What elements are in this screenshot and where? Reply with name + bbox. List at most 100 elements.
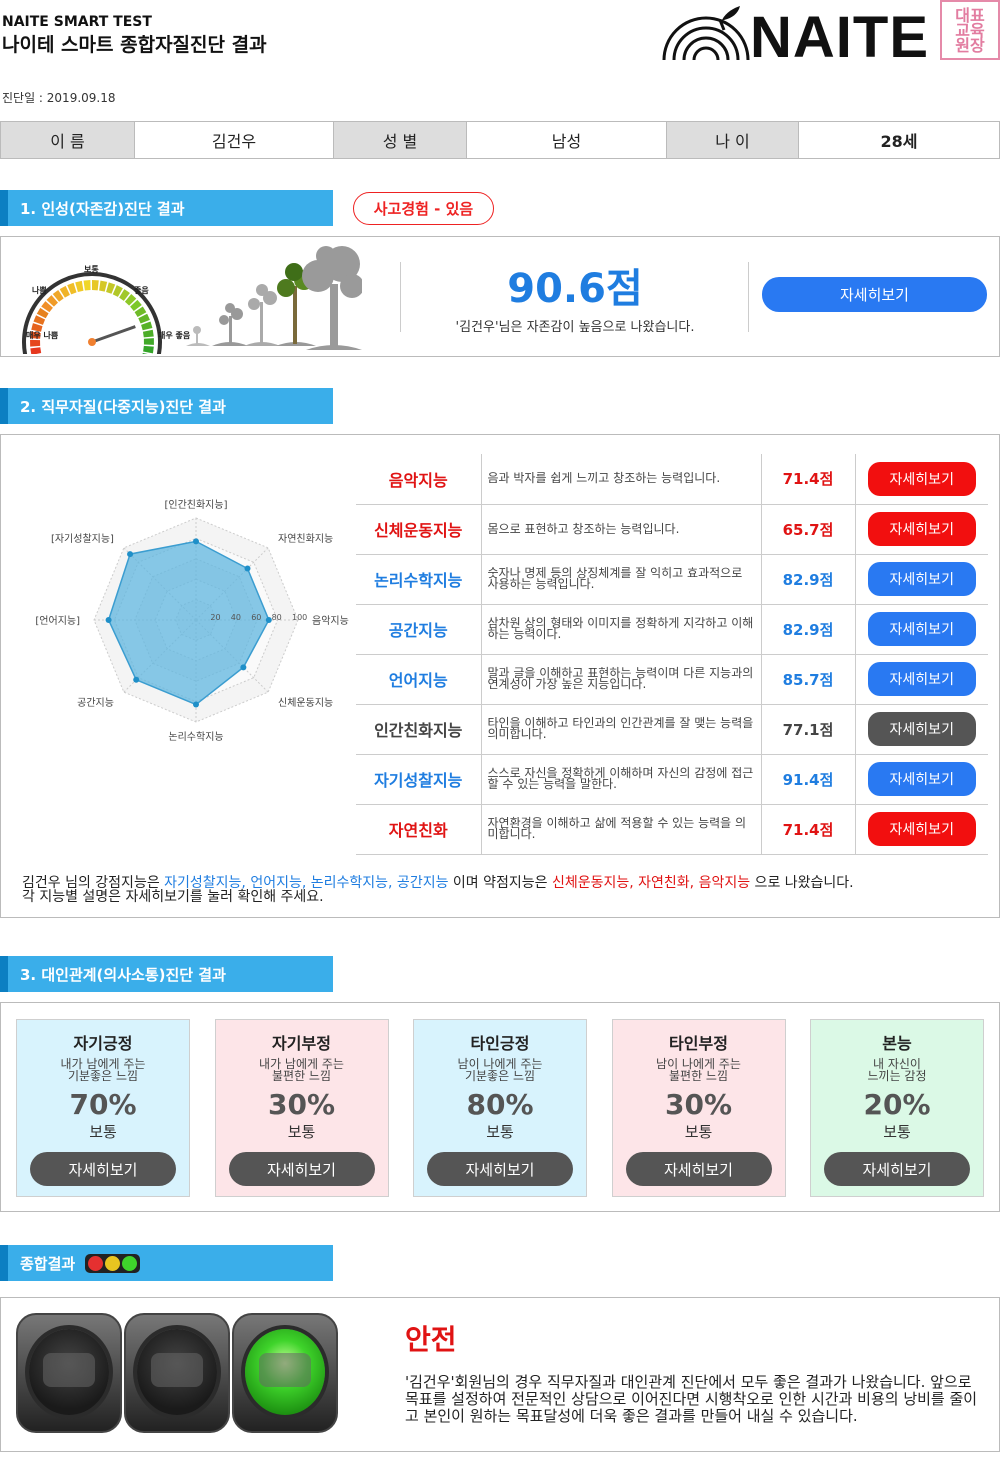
intelligence-detail-button[interactable]: 자세히보기 — [867, 812, 976, 846]
card-description-line: 불편한 느낌 — [271, 1069, 331, 1083]
intelligence-description: 음과 박자를 쉽게 느끼고 창조하는 능력입니다. — [481, 454, 762, 505]
intelligence-detail-button[interactable]: 자세히보기 — [867, 562, 976, 596]
card-level: 보통 — [486, 1123, 514, 1141]
gauge-label-good: 좋음 — [134, 285, 149, 295]
gender-label: 성 별 — [334, 122, 467, 158]
card-percent: 80% — [466, 1088, 534, 1121]
page-title: 나이테 스마트 종합자질진단 결과 — [2, 34, 267, 56]
detail-cell: 자세히보기 — [855, 554, 988, 605]
intelligence-score: 65.7점 — [761, 504, 856, 555]
detail-cell: 자세히보기 — [855, 504, 988, 555]
detail-cell: 자세히보기 — [855, 604, 988, 655]
card-description-line: 불편한 느낌 — [668, 1069, 728, 1083]
gauge-segment — [92, 280, 99, 291]
radar-axis-label: [자기성찰지능] — [51, 533, 114, 545]
card-title: 자기긍정 — [73, 1034, 133, 1053]
intelligence-score: 82.9점 — [761, 604, 856, 655]
radar-axis-label: 공간지능 — [77, 697, 114, 709]
card-description: 남이 나에게 주는 기분좋은 느낌 — [414, 1058, 586, 1084]
gauge-needle — [91, 325, 136, 344]
tree-growth-illustration — [186, 246, 362, 350]
intelligence-detail-button[interactable]: 자세히보기 — [867, 712, 976, 746]
intelligence-name: 자기성찰지능 — [356, 754, 482, 805]
gauge-pivot — [88, 338, 96, 346]
intelligence-description: 말과 글을 이해하고 표현하는 능력이며 다른 지능과의 연계성이 가장 높은 … — [481, 654, 762, 705]
intelligence-detail-button[interactable]: 자세히보기 — [867, 762, 976, 796]
intelligence-detail-button[interactable]: 자세히보기 — [867, 461, 976, 496]
test-date: 진단일 : 2019.09.18 — [2, 91, 116, 105]
intelligence-description: 자연환경을 이해하고 삶에 적용할 수 있는 능력을 의미합니다. — [481, 804, 762, 855]
divider — [748, 262, 749, 332]
self-esteem-score: 90.6점 — [507, 266, 643, 312]
radar-tick-label: 60 — [251, 613, 261, 622]
green-light-icon — [232, 1313, 338, 1433]
card-percent: 20% — [863, 1088, 931, 1121]
gauge-segment — [75, 280, 84, 292]
detail-cell: 자세히보기 — [855, 804, 988, 855]
intelligence-score: 85.7점 — [761, 654, 856, 705]
gauge-segment — [30, 339, 41, 347]
card-detail-button[interactable]: 자세히보기 — [228, 1152, 375, 1186]
summary-text: 이며 약점지능은 — [448, 875, 552, 891]
card-detail-button[interactable]: 자세히보기 — [625, 1152, 772, 1186]
table-row: 자연친화 자연환경을 이해하고 삶에 적용할 수 있는 능력을 의미합니다. 71.… — [356, 804, 988, 855]
section3-heading: 3. 대인관계(의사소통)진단 결과 — [0, 956, 333, 992]
card-percent: 70% — [69, 1088, 137, 1121]
card-detail-button[interactable]: 자세히보기 — [824, 1152, 970, 1186]
self-esteem-detail-button[interactable]: 자세히보기 — [762, 277, 987, 312]
detail-cell: 자세히보기 — [855, 454, 988, 505]
intelligence-score: 71.4점 — [761, 804, 856, 855]
radar-point — [193, 701, 199, 708]
summary-hint: 각 지능별 설명은 자세히보기를 눌러 확인해 주세요. — [22, 889, 324, 905]
radar-point — [244, 565, 251, 572]
naite-logo: NAITE 대표 교육 원장 — [660, 0, 1000, 70]
card-description: 내 자신이 느끼는 감정 — [811, 1058, 983, 1084]
table-row: 논리수학지능 숫자나 명제 등의 상징체계를 잘 익히고 효과적으로 사용하는 능… — [356, 554, 988, 605]
intelligence-name: 음악지능 — [356, 454, 482, 505]
summary-text: 으로 나왔습니다. — [750, 875, 854, 891]
card-level: 보통 — [89, 1123, 117, 1141]
gauge-segment — [99, 280, 108, 292]
card-level: 보통 — [684, 1123, 713, 1141]
intelligence-detail-button[interactable]: 자세히보기 — [867, 512, 976, 546]
intelligence-detail-button[interactable]: 자세히보기 — [867, 612, 976, 646]
name-value: 김건우 — [135, 122, 334, 158]
table-row: 언어지능 말과 글을 이해하고 표현하는 능력이며 다른 지능과의 연계성이 가장… — [356, 654, 988, 705]
radar-axis-label: 신체운동지능 — [278, 697, 333, 709]
intelligence-score: 77.1점 — [761, 704, 856, 755]
traffic-light-icon — [85, 1253, 141, 1273]
card-title: 타인부정 — [669, 1034, 728, 1053]
seal-stamp: 대표 교육 원장 — [940, 0, 1000, 60]
relationship-card: 자기긍정 내가 남에게 주는 기분좋은 느낌 70% 보통 자세히보기 — [16, 1019, 190, 1197]
weak-intelligences: 신체운동지능, 자연친화, 음악지능 — [551, 875, 751, 891]
name-label: 이 름 — [1, 122, 135, 158]
intelligence-summary: 김건우 님의 강점지능은 자기성찰지능, 언어지능, 논리수학지능, 공간지능 … — [22, 876, 992, 904]
radar-point — [240, 664, 247, 671]
table-row: 인간친화지능 타인을 이해하고 타인과의 인간관계를 잘 맺는 능력을 의미합니다… — [356, 704, 988, 755]
card-title: 본능 — [882, 1034, 912, 1053]
section1-heading: 1. 인성(자존감)진단 결과 — [0, 190, 333, 226]
gauge-segment — [83, 280, 91, 291]
radar-point — [193, 538, 199, 545]
detail-cell: 자세히보기 — [855, 704, 988, 755]
gauge-label-normal: 보통 — [84, 264, 99, 274]
intelligence-detail-button[interactable]: 자세히보기 — [867, 662, 976, 696]
age-label: 나 이 — [667, 122, 799, 158]
age-value: 28세 — [880, 132, 918, 151]
radar-axis-label: 자연친화지능 — [278, 533, 333, 545]
card-detail-button[interactable]: 자세히보기 — [30, 1152, 176, 1186]
card-level: 보통 — [883, 1123, 911, 1141]
red-light-icon — [16, 1313, 122, 1433]
gauge-segment — [143, 338, 154, 345]
radar-point — [105, 617, 112, 623]
radar-point — [127, 551, 134, 558]
relationship-card: 본능내 자신이 느끼는 감정 20% 보통자세히보기 — [810, 1019, 984, 1197]
card-detail-button[interactable]: 자세히보기 — [427, 1152, 573, 1186]
logo-wordmark: NAITE — [750, 5, 929, 70]
radar-axis-label: [언어지능] — [35, 615, 80, 627]
final-result-description: '김건우'회원님의 경우 직무자질과 대인관계 진단에서 모두 좋은 결과가 나… — [405, 1373, 978, 1425]
table-row: 신체운동지능 몸으로 표현하고 창조하는 능력입니다. 65.7점 자세히보기 — [356, 504, 988, 555]
intelligence-name: 신체운동지능 — [356, 504, 482, 555]
table-row: 자기성찰지능 스스로 자신을 정확하게 이해하며 자신의 감정에 접근할 수 있는… — [356, 754, 988, 805]
gauge-segment — [143, 345, 154, 354]
